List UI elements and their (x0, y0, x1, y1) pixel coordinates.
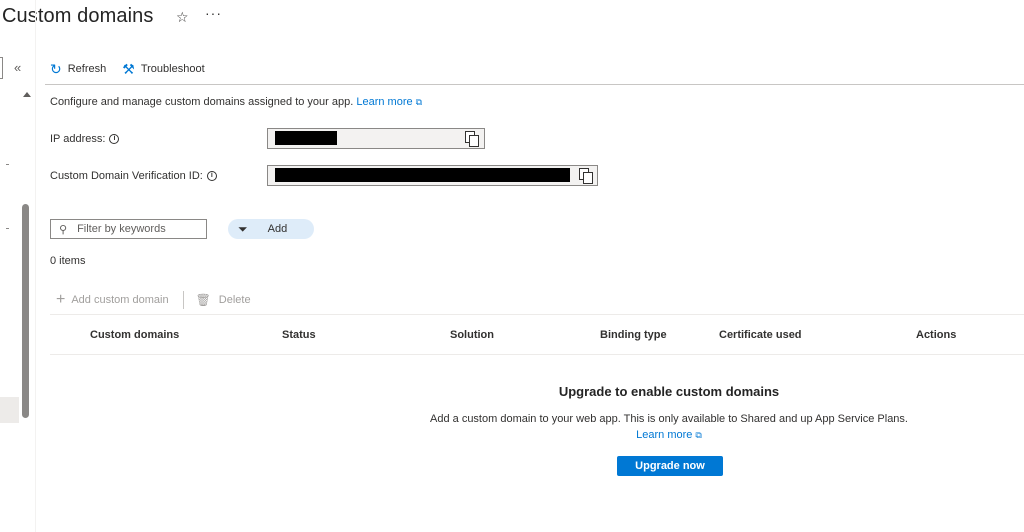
redacted-value (275, 131, 337, 145)
plus-icon: + (56, 291, 66, 308)
learn-more-label: Learn more (356, 96, 413, 108)
column-header-status[interactable]: Status (282, 329, 316, 341)
rail-marker (6, 164, 9, 165)
redacted-value (275, 168, 570, 182)
info-icon[interactable]: i (206, 171, 217, 181)
more-icon[interactable]: ··· (205, 6, 222, 20)
rail-search-input[interactable] (0, 57, 3, 79)
action-separator (182, 291, 184, 309)
column-header-custom-domains[interactable]: Custom domains (90, 329, 179, 341)
empty-state-learn-more: Learn more ⧉ (0, 429, 1024, 441)
troubleshoot-button[interactable]: ⚒ Troubleshoot (122, 62, 204, 76)
info-icon[interactable]: i (109, 134, 120, 144)
refresh-label: Refresh (67, 63, 107, 75)
delete-button[interactable]: Delete (219, 294, 251, 306)
table-header-border (50, 354, 1024, 355)
description-text: Configure and manage custom domains assi… (50, 96, 354, 108)
scroll-up-arrow-icon[interactable] (23, 92, 31, 97)
upgrade-now-button[interactable]: Upgrade now (617, 456, 723, 476)
filter-icon: ⏷ (238, 221, 248, 236)
rail-marker (6, 228, 9, 229)
filter-input[interactable]: ⚲ Filter by keywords (50, 219, 207, 239)
ip-address-label: IP address: i (50, 133, 120, 145)
search-icon: ⚲ (59, 223, 68, 236)
page-title: Custom domains (2, 5, 154, 27)
column-header-certificate-used[interactable]: Certificate used (719, 329, 802, 341)
table-actions: + Add custom domain 🗑 Delete (56, 291, 251, 309)
column-header-solution[interactable]: Solution (450, 329, 494, 341)
learn-more-link[interactable]: Learn more ⧉ (356, 96, 422, 108)
verification-id-label: Custom Domain Verification ID: i (50, 170, 217, 182)
external-link-icon: ⧉ (695, 430, 702, 440)
empty-state-learn-more-label: Learn more (636, 429, 693, 441)
refresh-icon: ↻ (50, 61, 62, 77)
copy-icon[interactable] (465, 131, 479, 147)
chevron-double-left-icon[interactable]: « (14, 60, 21, 75)
refresh-button[interactable]: ↻ Refresh (50, 62, 106, 76)
wrench-icon: ⚒ (122, 61, 135, 77)
rail-divider (35, 0, 36, 532)
copy-icon[interactable] (579, 168, 593, 184)
add-filter-button[interactable]: ⏷ Add (228, 219, 314, 239)
filter-placeholder: Filter by keywords (77, 223, 166, 235)
column-header-actions[interactable]: Actions (916, 329, 956, 341)
troubleshoot-label: Troubleshoot (140, 63, 205, 75)
external-link-icon: ⧉ (415, 97, 423, 107)
add-custom-domain-button[interactable]: Add custom domain (71, 294, 168, 306)
empty-state-description: Add a custom domain to your web app. Thi… (430, 413, 908, 425)
page-description: Configure and manage custom domains assi… (50, 96, 422, 108)
ip-address-text: IP address: (50, 133, 106, 145)
column-header-binding-type[interactable]: Binding type (600, 329, 667, 341)
toolbar-divider (45, 84, 1024, 85)
empty-state-title: Upgrade to enable custom domains (558, 384, 780, 399)
item-count: 0 items (50, 255, 86, 267)
add-filter-label: Add (267, 223, 288, 235)
table-top-border (50, 314, 1024, 315)
verification-id-text: Custom Domain Verification ID: (50, 170, 203, 182)
star-icon[interactable]: ☆ (176, 10, 189, 24)
trash-icon: 🗑 (195, 293, 211, 307)
command-bar: ↻ Refresh ⚒ Troubleshoot (50, 57, 221, 81)
empty-state-learn-more-link[interactable]: Learn more ⧉ (636, 429, 702, 441)
